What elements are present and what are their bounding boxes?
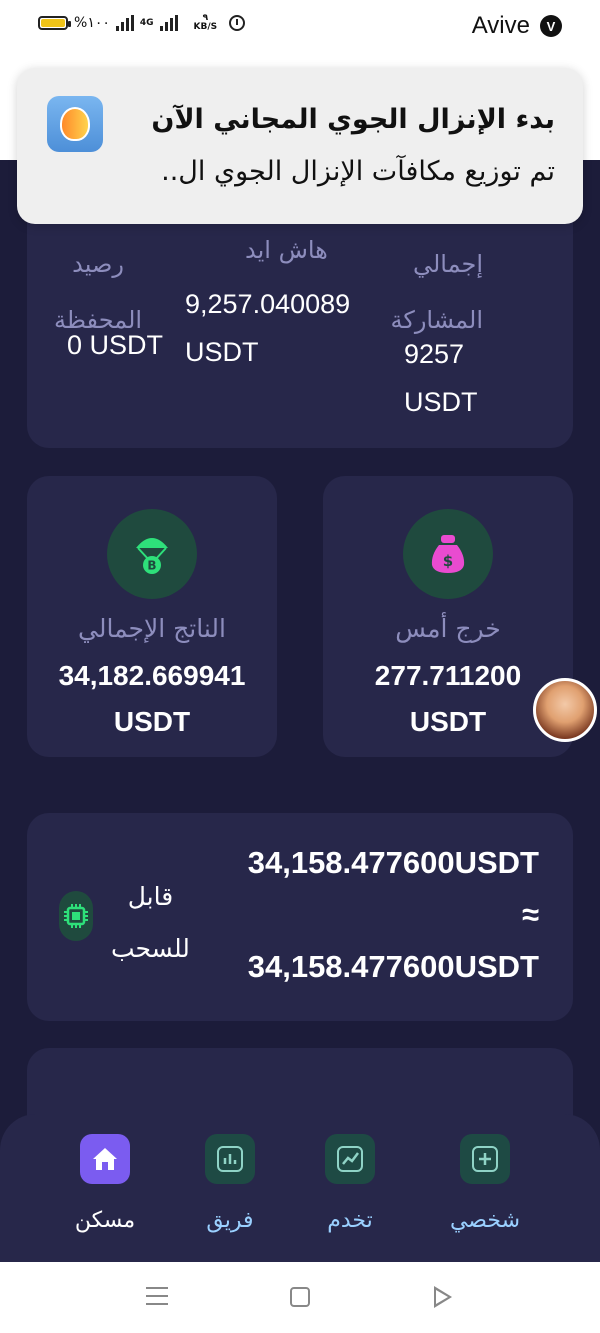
total-participation-value: 9257 USDT (404, 339, 478, 417)
nav-team[interactable]: فريق (180, 1134, 280, 1233)
plus-square-icon (460, 1134, 510, 1184)
network-speed: ٩ KB/S (193, 13, 218, 32)
bar-chart-icon (205, 1134, 255, 1184)
hash-value: 9,257.040089 USDT (185, 289, 351, 367)
home-square-icon[interactable] (290, 1287, 310, 1307)
svg-text:$: $ (443, 552, 453, 570)
yesterday-output-value: 277.711200 (374, 660, 522, 691)
gross-output-value: 34,182.669941 (58, 660, 246, 691)
system-nav-bar (0, 1262, 600, 1333)
battery-icon (38, 16, 71, 30)
network-type: 4G (139, 17, 154, 28)
nav-personal-label: شخصي (449, 1208, 521, 1233)
menu-icon[interactable] (146, 1287, 168, 1305)
withdrawable-value-converted: 34,158.477600USDT (247, 949, 539, 984)
hash-label: هاش ايد (245, 236, 328, 264)
withdrawable-value: 34,158.477600USDT (247, 845, 539, 880)
money-bag-icon: $ (403, 509, 493, 599)
battery-percent: %١٠٠ (74, 15, 110, 31)
svg-text:B: B (147, 559, 156, 573)
wallet-balance-value: 0 USDT (67, 330, 164, 360)
nav-home[interactable]: مسكن (55, 1134, 155, 1233)
carrier-name: Avive (471, 12, 530, 39)
notification-body: تم توزيع مكافآت الإنزال الجوي ال.. (161, 156, 555, 187)
chip-icon (59, 891, 93, 941)
carrier-badge-icon: V (540, 15, 562, 37)
gross-output-card: B الناتج الإجمالي 34,182.669941 USDT (27, 476, 277, 757)
nav-home-label: مسكن (74, 1208, 136, 1233)
nav-team-label: فريق (206, 1208, 254, 1233)
yesterday-output-label: خرج أمس (395, 614, 501, 643)
nav-service[interactable]: تخدم (300, 1134, 400, 1233)
nav-personal[interactable]: شخصي (435, 1134, 535, 1233)
status-icons: %١٠٠ 4G ٩ KB/S (38, 13, 246, 32)
bitcoin-parachute-icon: B (107, 509, 197, 599)
signal-icon (115, 15, 134, 31)
alarm-icon (229, 15, 246, 31)
customer-support-avatar[interactable] (533, 678, 597, 742)
notification-title: بدء الإنزال الجوي المجاني الآن (151, 104, 555, 135)
home-icon (80, 1134, 130, 1184)
gross-output-unit: USDT (113, 706, 191, 737)
hot-air-balloon-icon (47, 96, 103, 152)
bottom-nav: مسكن فريق تخدم شخصي (0, 1114, 600, 1262)
nav-service-label: تخدم (327, 1208, 373, 1233)
carrier-area: Avive V (472, 12, 562, 40)
approx-symbol: ≈ (521, 897, 539, 932)
notification-banner[interactable]: بدء الإنزال الجوي المجاني الآن تم توزيع … (17, 68, 583, 224)
gross-output-label: الناتج الإجمالي (78, 614, 226, 643)
chart-line-icon (325, 1134, 375, 1184)
signal-icon-2 (159, 15, 178, 31)
withdrawable-label: قابل للسحب (111, 882, 190, 963)
withdrawable-card: 34,158.477600USDT ≈ 34,158.477600USDT قا… (27, 813, 573, 1021)
